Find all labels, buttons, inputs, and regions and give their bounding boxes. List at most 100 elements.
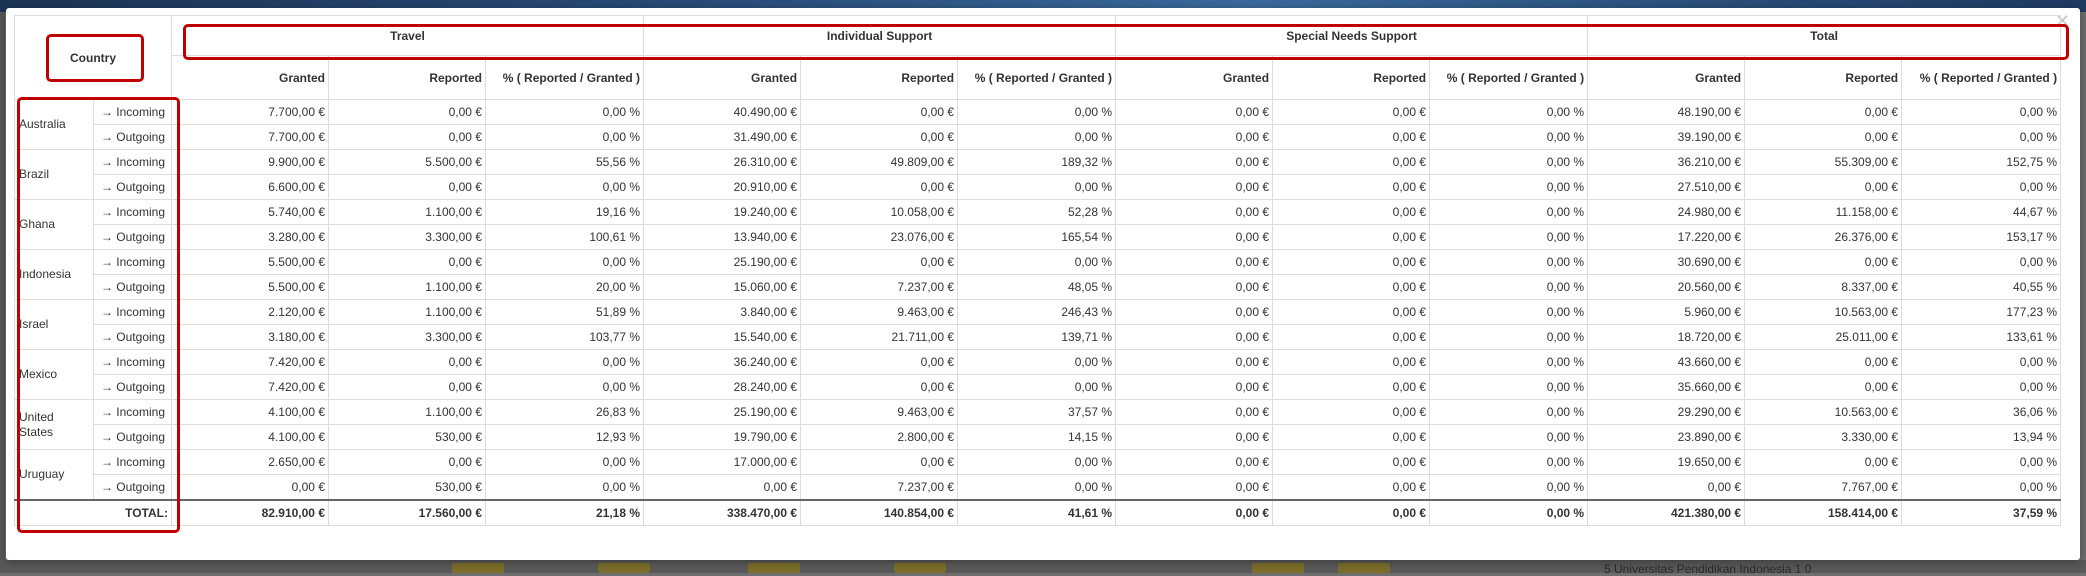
value-cell: 0,00 €	[1272, 124, 1431, 150]
value-cell: 23.076,00 €	[800, 224, 959, 250]
value-cell: 19.240,00 €	[643, 199, 802, 225]
arrow-right-icon: →	[100, 380, 117, 394]
arrow-right-icon: →	[100, 480, 117, 494]
value-cell: 3.840,00 €	[643, 299, 802, 325]
arrow-right-icon: →	[100, 230, 117, 244]
value-cell: 17.000,00 €	[643, 449, 802, 475]
value-cell: 40,55 %	[1901, 274, 2062, 300]
group-header-row: Country Travel Individual Support Special N…	[14, 15, 2062, 100]
value-cell: 25.190,00 €	[643, 249, 802, 275]
arrow-right-icon: →	[100, 155, 117, 169]
subcolumn-header: Reported	[1272, 55, 1431, 100]
value-cell: 0,00 €	[800, 374, 959, 400]
value-cell: 530,00 €	[328, 424, 486, 450]
direction-label: Outgoing	[116, 230, 165, 244]
value-cell: 1.100,00 €	[328, 299, 486, 325]
value-cell: 0,00 €	[1115, 399, 1274, 425]
value-cell: 3.180,00 €	[171, 324, 329, 350]
arrow-right-icon: →	[100, 305, 117, 319]
direction-cell: → Outgoing	[93, 224, 172, 250]
value-cell: 0,00 €	[1115, 249, 1274, 275]
background-chip	[1252, 563, 1304, 573]
direction-label: Incoming	[116, 255, 165, 269]
value-cell: 0,00 €	[1115, 449, 1274, 475]
total-value-cell: 0,00 €	[1115, 499, 1274, 526]
direction-cell: → Outgoing	[93, 324, 172, 350]
value-cell: 0,00 €	[800, 99, 959, 125]
value-cell: 0,00 %	[1901, 124, 2062, 150]
value-cell: 49.809,00 €	[800, 149, 959, 175]
value-cell: 29.290,00 €	[1587, 399, 1746, 425]
value-cell: 0,00 %	[1901, 174, 2062, 200]
country-name: Indonesia	[14, 249, 94, 300]
subcolumn-header: Reported	[800, 55, 959, 100]
direction-label: Outgoing	[116, 480, 165, 494]
country-name: Brazil	[14, 149, 94, 200]
table-row: Israel → Incoming 2.120,00 €1.100,00 €51,8…	[14, 299, 2062, 350]
value-cell: 5.500,00 €	[171, 249, 329, 275]
total-value-cell: 17.560,00 €	[328, 499, 486, 526]
table-row: United States → Incoming 4.100,00 €1.100,0…	[14, 399, 2062, 450]
value-cell: 0,00 %	[1429, 424, 1589, 450]
value-cell: 0,00 %	[484, 124, 645, 150]
direction-cell: → Incoming	[93, 349, 172, 375]
value-cell: 10.563,00 €	[1744, 299, 1903, 325]
value-cell: 11.158,00 €	[1744, 199, 1903, 225]
value-cell: 133,61 %	[1901, 324, 2062, 350]
value-cell: 0,00 €	[1272, 99, 1431, 125]
value-cell: 8.337,00 €	[1744, 274, 1903, 300]
total-value-cell: 421.380,00 €	[1587, 499, 1746, 526]
value-cell: 0,00 €	[1272, 399, 1431, 425]
value-cell: 0,00 €	[1272, 199, 1431, 225]
arrow-right-icon: →	[100, 330, 117, 344]
value-cell: 0,00 %	[1429, 474, 1589, 501]
value-cell: 0,00 €	[1115, 199, 1274, 225]
value-cell: 13.940,00 €	[643, 224, 802, 250]
value-cell: 36,06 %	[1901, 399, 2062, 425]
value-cell: 0,00 %	[1901, 474, 2062, 501]
value-cell: 9.463,00 €	[800, 299, 959, 325]
direction-label: Incoming	[116, 405, 165, 419]
value-cell: 25.190,00 €	[643, 399, 802, 425]
value-cell: 0,00 €	[328, 99, 486, 125]
direction-label: Incoming	[116, 205, 165, 219]
direction-label: Outgoing	[116, 430, 165, 444]
value-cell: 0,00 €	[1115, 424, 1274, 450]
value-cell: 0,00 %	[1429, 124, 1589, 150]
value-cell: 26.310,00 €	[643, 149, 802, 175]
arrow-right-icon: →	[100, 180, 117, 194]
value-cell: 0,00 €	[1744, 124, 1903, 150]
total-value-cell: 37,59 %	[1901, 499, 2062, 526]
value-cell: 20.910,00 €	[643, 174, 802, 200]
direction-cell: → Incoming	[93, 199, 172, 225]
value-cell: 0,00 €	[800, 349, 959, 375]
value-cell: 0,00 %	[957, 124, 1117, 150]
value-cell: 0,00 %	[1429, 299, 1589, 325]
direction-cell: → Incoming	[93, 149, 172, 175]
value-cell: 7.420,00 €	[171, 349, 329, 375]
value-cell: 6.600,00 €	[171, 174, 329, 200]
value-cell: 7.700,00 €	[171, 99, 329, 125]
value-cell: 51,89 %	[484, 299, 645, 325]
value-cell: 19.790,00 €	[643, 424, 802, 450]
value-cell: 7.767,00 €	[1744, 474, 1903, 501]
value-cell: 55,56 %	[484, 149, 645, 175]
value-cell: 3.330,00 €	[1744, 424, 1903, 450]
subcolumn-header: % ( Reported / Granted )	[1429, 55, 1589, 100]
value-cell: 0,00 €	[800, 174, 959, 200]
value-cell: 13,94 %	[1901, 424, 2062, 450]
value-cell: 4.100,00 €	[171, 424, 329, 450]
value-cell: 55.309,00 €	[1744, 149, 1903, 175]
value-cell: 3.300,00 €	[328, 324, 486, 350]
value-cell: 0,00 €	[1115, 274, 1274, 300]
country-name: Mexico	[14, 349, 94, 400]
value-cell: 0,00 €	[1115, 149, 1274, 175]
value-cell: 7.237,00 €	[800, 474, 959, 501]
value-cell: 0,00 €	[1744, 174, 1903, 200]
value-cell: 0,00 €	[800, 449, 959, 475]
background-list-text: 5 Universitas Pendidikan Indonesia 1 0	[1604, 562, 1812, 576]
value-cell: 0,00 %	[1429, 399, 1589, 425]
total-value-cell: 0,00 %	[1429, 499, 1589, 526]
value-cell: 139,71 %	[957, 324, 1117, 350]
value-cell: 0,00 €	[1115, 174, 1274, 200]
